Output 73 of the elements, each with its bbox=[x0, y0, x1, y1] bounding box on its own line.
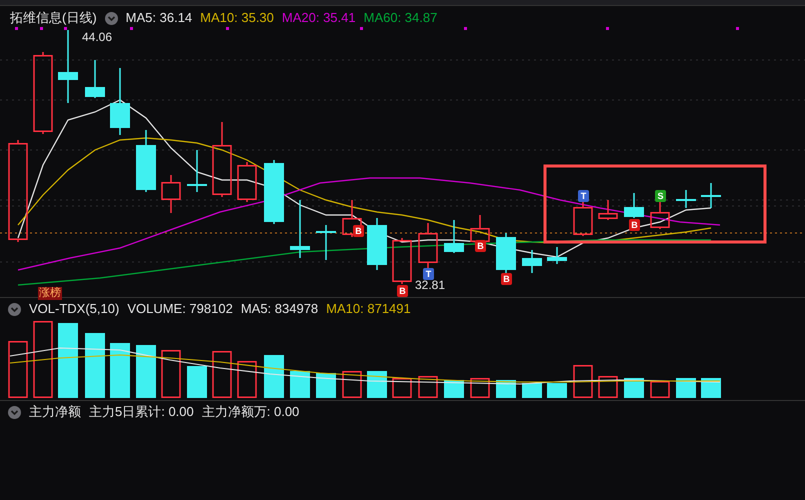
candlestick bbox=[187, 150, 207, 192]
volume-bar bbox=[522, 383, 542, 398]
candlestick bbox=[237, 162, 257, 202]
volume-bar bbox=[676, 378, 696, 398]
indicator-value: MA10: 35.30 bbox=[200, 9, 274, 28]
volume-bar bbox=[85, 333, 105, 398]
price-label: 44.06 bbox=[82, 29, 112, 46]
indicator-value: VOLUME: 798102 bbox=[127, 300, 233, 318]
volume-bar bbox=[212, 351, 232, 398]
candlestick bbox=[418, 223, 438, 270]
signal-marker: T bbox=[423, 268, 434, 280]
volume-bar bbox=[342, 371, 362, 398]
volume-bar bbox=[650, 381, 670, 398]
volume-bar bbox=[573, 365, 593, 398]
candlestick bbox=[264, 160, 284, 224]
dropdown-icon[interactable] bbox=[104, 12, 118, 24]
volume-bar bbox=[624, 378, 644, 398]
candlestick bbox=[342, 200, 362, 237]
volume-bar bbox=[598, 376, 618, 398]
signal-marker: B bbox=[397, 285, 408, 297]
signal-marker: B bbox=[475, 240, 486, 252]
volume-bar bbox=[701, 378, 721, 398]
volume-bar bbox=[161, 350, 181, 398]
volume-bar bbox=[290, 371, 310, 398]
indicator-value: 主力净额万: 0.00 bbox=[202, 403, 300, 422]
candlestick bbox=[290, 200, 310, 258]
candlestick bbox=[676, 190, 696, 208]
rank-badge: 涨榜 bbox=[38, 287, 62, 300]
signal-marker: T bbox=[578, 190, 589, 202]
panel-title: 主力净额 bbox=[29, 403, 81, 422]
volume-bar bbox=[264, 355, 284, 398]
candlestick bbox=[496, 233, 516, 273]
volume-bar bbox=[470, 378, 490, 398]
volume-bar bbox=[316, 373, 336, 398]
indicator-value: MA10: 871491 bbox=[326, 300, 411, 318]
candlestick bbox=[598, 200, 618, 220]
volume-bar bbox=[237, 361, 257, 398]
indicator-value: MA5: 834978 bbox=[240, 300, 318, 318]
volume-bar bbox=[110, 343, 130, 398]
dropdown-icon[interactable] bbox=[8, 302, 21, 316]
candlestick bbox=[392, 238, 412, 284]
price-label: 32.81 bbox=[415, 277, 446, 294]
volume-bar bbox=[418, 376, 438, 398]
candlestick bbox=[85, 60, 105, 98]
volume-bar bbox=[136, 345, 156, 398]
indicator-value: 主力5日累计: 0.00 bbox=[89, 403, 194, 422]
indicator-value: MA60: 34.87 bbox=[364, 9, 438, 28]
panel-title: 拓维信息(日线) bbox=[10, 9, 97, 28]
volume-bar bbox=[187, 366, 207, 398]
candlestick bbox=[624, 193, 644, 218]
candlestick bbox=[444, 220, 464, 253]
indicator-value: MA5: 36.14 bbox=[126, 9, 192, 28]
candlestick bbox=[161, 175, 181, 213]
candlestick bbox=[522, 250, 542, 273]
panel-title: VOL-TDX(5,10) bbox=[29, 300, 120, 318]
signal-marker: S bbox=[655, 190, 666, 202]
candlestick bbox=[136, 130, 156, 192]
indicator-value: MA20: 35.41 bbox=[282, 9, 356, 28]
volume-bar bbox=[367, 371, 387, 398]
volume-bar bbox=[392, 378, 412, 398]
candlestick bbox=[110, 68, 130, 135]
candlestick bbox=[316, 225, 336, 260]
signal-marker: B bbox=[629, 219, 640, 231]
candlestick bbox=[470, 215, 490, 244]
candlestick bbox=[701, 183, 721, 208]
volume-bar bbox=[547, 383, 567, 398]
signal-marker: B bbox=[353, 225, 364, 237]
volume-bar bbox=[8, 341, 28, 398]
candlestick bbox=[547, 247, 567, 264]
dropdown-icon[interactable] bbox=[8, 406, 21, 418]
signal-marker: B bbox=[501, 273, 512, 285]
candlestick bbox=[650, 200, 670, 229]
candlestick bbox=[367, 218, 387, 270]
